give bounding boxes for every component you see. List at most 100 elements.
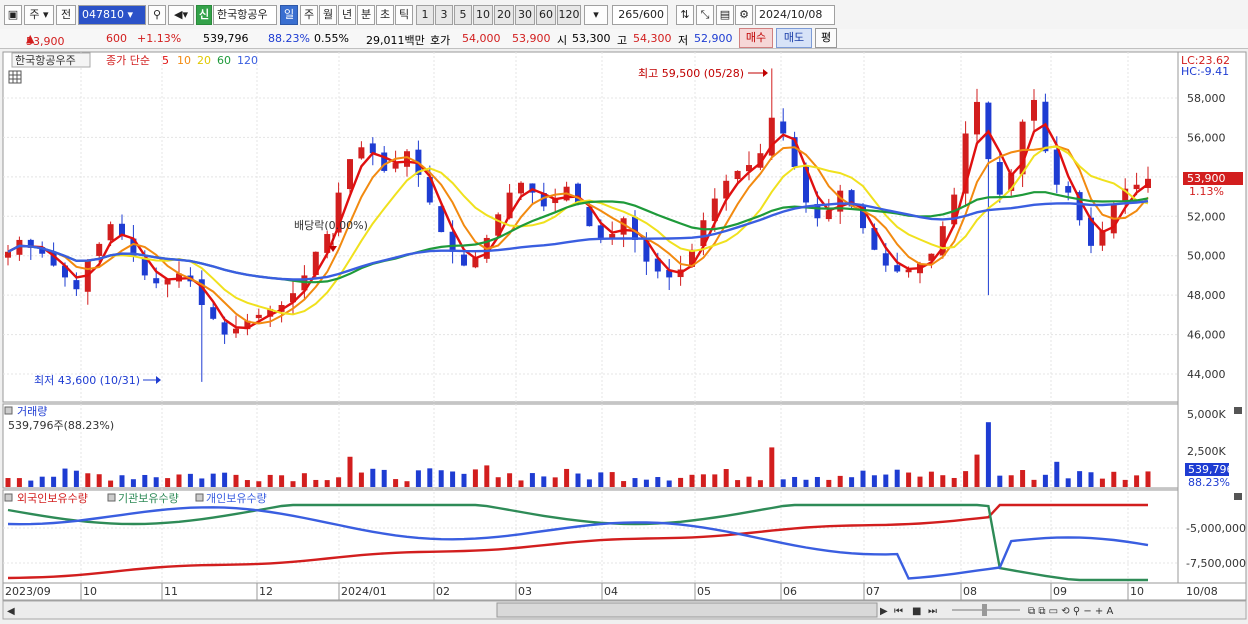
candle-body: [632, 216, 638, 240]
legend-institution: 기관보유수량: [118, 492, 179, 505]
volume-panel-close-icon[interactable]: [1234, 407, 1242, 414]
candle-body: [734, 170, 741, 180]
x-label: 2023/09: [5, 585, 51, 598]
volume-bar: [438, 470, 444, 487]
trade-amount: 29,011백만: [366, 34, 425, 47]
interval-1[interactable]: 1: [416, 5, 434, 25]
save-icon[interactable]: ▤: [716, 5, 734, 25]
x-label-current-date: 10/08: [1186, 585, 1218, 598]
candle-body: [825, 210, 832, 220]
period-second[interactable]: 초: [376, 5, 394, 25]
scroll-right-icon[interactable]: ▶: [880, 606, 888, 617]
scroll-thumb[interactable]: [496, 602, 878, 618]
date-field[interactable]: 2024/10/08 ▦: [755, 5, 835, 39]
candle-body: [153, 278, 160, 284]
candle-body: [358, 147, 365, 159]
low-value: 52,900: [694, 32, 733, 45]
period-month[interactable]: 월: [319, 5, 337, 25]
interval-5[interactable]: 5: [454, 5, 472, 25]
volume-bar: [700, 474, 706, 487]
interval-10[interactable]: 10: [473, 5, 493, 25]
legend-stock-name[interactable]: 한국항공우주: [15, 54, 76, 67]
volume-bar: [290, 481, 296, 487]
layout-icon[interactable]: ▣: [4, 5, 22, 25]
holding-tick-5m: -5,000,000: [1186, 522, 1246, 535]
volume-bar: [256, 481, 262, 487]
candle-body: [894, 265, 901, 272]
current-price-tag-text: 53,900: [1187, 172, 1226, 185]
holding-individual-icon[interactable]: [195, 493, 204, 502]
table-icon[interactable]: [8, 70, 22, 84]
current-volume-pct: 88.23%: [1188, 476, 1230, 489]
open-value: 53,300: [572, 32, 611, 45]
hc-label: HC:-9.41: [1181, 65, 1229, 78]
mode-select[interactable]: 전: [56, 5, 76, 25]
draw-tool-icon[interactable]: ⤡: [696, 5, 714, 25]
volume-bar: [507, 473, 513, 487]
interval-dropdown[interactable]: ▾: [584, 5, 608, 25]
x-label: 05: [697, 585, 711, 598]
holding-collapse-icon[interactable]: [4, 493, 13, 502]
volume-bar: [279, 475, 285, 487]
candle-body: [392, 163, 399, 169]
zoom-slider-handle[interactable]: [982, 604, 987, 616]
x-label: 2024/01: [341, 585, 387, 598]
period-day[interactable]: 일: [280, 5, 298, 25]
high-label: 고: [617, 34, 628, 47]
legend-ma60: 60: [217, 54, 231, 67]
holding-panel-close-icon[interactable]: [1234, 493, 1242, 500]
sell-button[interactable]: 매도: [776, 28, 812, 48]
period-year[interactable]: 년: [338, 5, 356, 25]
volume-bar: [712, 474, 718, 487]
volume-bar: [16, 478, 22, 487]
volume-bar: [1020, 470, 1026, 487]
volume-bar: [404, 481, 410, 487]
settings-icon[interactable]: ⚙: [735, 5, 753, 25]
volume-bar: [1145, 471, 1151, 487]
stock-code-input[interactable]: 047810 ▾: [78, 5, 146, 25]
interval-30[interactable]: 30: [515, 5, 535, 25]
volume-bar: [415, 470, 421, 487]
type-select[interactable]: 주 ▾: [24, 5, 54, 25]
volume-bar: [609, 472, 615, 487]
interval-3[interactable]: 3: [435, 5, 453, 25]
volume-bar: [370, 468, 376, 487]
volume-bar: [244, 480, 250, 487]
volume-bar: [358, 472, 364, 487]
average-button[interactable]: 평: [815, 28, 837, 48]
volume-bar: [1122, 479, 1128, 487]
volume-bar: [575, 473, 581, 487]
layout-tools-icon[interactable]: ⧉ ⧉ ▭ ⟲ ⚲ − + A: [1028, 606, 1113, 617]
count-field[interactable]: 265/600: [612, 5, 668, 25]
chart-tool-icon[interactable]: ⇅: [676, 5, 694, 25]
stock-chart-svg[interactable]: 한국항공우주 종가 단순 5 10 20 60 120 LC:23.62 HC:…: [0, 50, 1248, 621]
holding-institution-icon[interactable]: [107, 493, 116, 502]
interval-20[interactable]: 20: [494, 5, 514, 25]
volume-bar: [313, 479, 319, 487]
x-label: 06: [783, 585, 797, 598]
buy-button[interactable]: 매수: [739, 28, 773, 48]
period-tick[interactable]: 틱: [395, 5, 413, 25]
price-change: 600: [106, 32, 127, 45]
sound-icon[interactable]: ◀▾: [168, 5, 194, 25]
interval-60[interactable]: 60: [536, 5, 556, 25]
legend-ma5: 5: [162, 54, 169, 67]
forward-icon[interactable]: ⏭: [928, 606, 937, 617]
volume-bar: [997, 475, 1003, 487]
legend-ma10: 10: [177, 54, 191, 67]
stock-name-field[interactable]: 한국항공우: [213, 5, 277, 25]
candle-body: [518, 182, 524, 194]
volume-bar: [974, 454, 980, 487]
chart-area[interactable]: 한국항공우주 종가 단순 5 10 20 60 120 LC:23.62 HC:…: [0, 50, 1248, 621]
candle-body: [73, 280, 80, 290]
search-icon[interactable]: ⚲: [148, 5, 166, 25]
volume-bar: [119, 475, 125, 487]
period-week[interactable]: 주: [300, 5, 318, 25]
period-minute[interactable]: 분: [357, 5, 375, 25]
scroll-left-icon[interactable]: ◀: [7, 606, 15, 617]
rewind-icon[interactable]: ⏮: [894, 606, 903, 617]
volume-collapse-icon[interactable]: [4, 406, 13, 415]
candle-body: [996, 162, 1003, 195]
interval-120[interactable]: 120: [557, 5, 581, 25]
stop-icon[interactable]: ■: [912, 606, 921, 617]
